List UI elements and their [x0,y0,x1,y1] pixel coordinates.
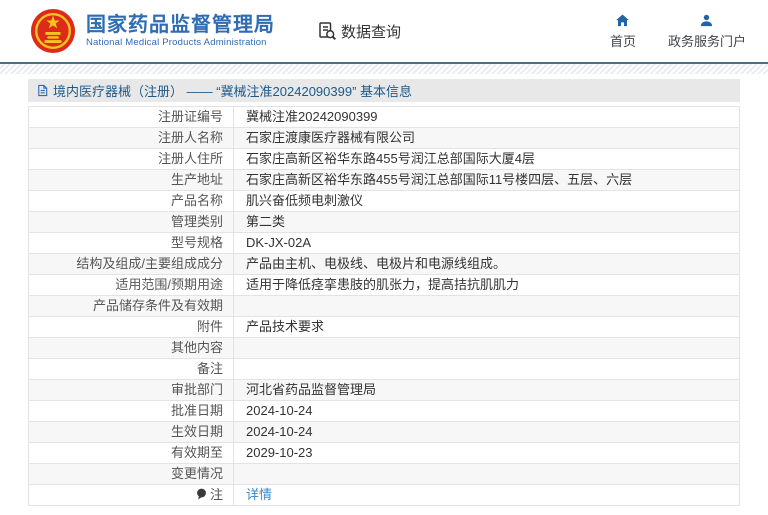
table-row: 备注 [28,358,740,380]
org-name-en: National Medical Products Administration [86,37,267,48]
table-row: 审批部门 河北省药品监督管理局 [28,379,740,401]
row-value: 石家庄高新区裕华东路455号润江总部国际大厦4层 [233,148,740,170]
nav-home-label: 首页 [609,33,636,49]
nav-portal[interactable]: 政务服务门户 [668,13,746,50]
home-icon [616,14,630,26]
row-value: 第二类 [233,211,740,233]
document-icon [38,84,48,97]
row-label: 产品名称 [28,190,234,212]
main-content: 境内医疗器械（注册） —— “冀械注准20242090399” 基本信息 注册证… [28,79,740,506]
row-value: 详情 [233,484,740,506]
row-label: 产品储存条件及有效期 [28,295,234,317]
table-row: 型号规格 DK-JX-02A [28,232,740,254]
site-header: 国家药品监督管理局 National Medical Products Admi… [0,0,768,62]
row-value: 石家庄高新区裕华东路455号润江总部国际11号楼四层、五层、六层 [233,169,740,191]
decorative-band [0,64,768,74]
nav-home[interactable]: 首页 [610,13,636,50]
row-label: 审批部门 [28,379,234,401]
header-nav: 首页 政务服务门户 [610,13,746,50]
row-label: 管理类别 [28,211,234,233]
row-label: 备注 [28,358,234,380]
row-value [233,337,740,359]
user-icon [701,14,713,26]
row-label: 附件 [28,316,234,338]
table-row: 有效期至 2029-10-23 [28,442,740,464]
info-table-body: 注册证编号 冀械注准20242090399 注册人名称 石家庄渡康医疗器械有限公… [28,106,740,506]
table-row: 管理类别 第二类 [28,211,740,233]
row-value [233,295,740,317]
row-label: 注 [28,484,234,506]
row-value: 适用于降低痉挛患肢的肌张力，提高拮抗肌肌力 [233,274,740,296]
row-value [233,463,740,485]
table-row: 结构及组成/主要组成成分 产品由主机、电极线、电极片和电源线组成。 [28,253,740,275]
table-row: 附件 产品技术要求 [28,316,740,338]
row-value [233,358,740,380]
table-row: 注 详情 [28,484,740,506]
row-label: 生产地址 [28,169,234,191]
nmpa-logo[interactable]: 国家药品监督管理局 National Medical Products Admi… [30,8,275,54]
table-row: 变更情况 [28,463,740,485]
document-search-icon [319,22,337,41]
row-label: 注册人住所 [28,148,234,170]
row-value: 产品技术要求 [233,316,740,338]
data-query-label: 数据查询 [341,23,402,41]
row-label: 有效期至 [28,442,234,464]
table-row: 批准日期 2024-10-24 [28,400,740,422]
row-value: 2024-10-24 [233,400,740,422]
row-label: 变更情况 [28,463,234,485]
row-label: 批准日期 [28,400,234,422]
row-value: 2029-10-23 [233,442,740,464]
row-label: 注册证编号 [28,106,234,128]
table-row: 产品储存条件及有效期 [28,295,740,317]
row-value: 河北省药品监督管理局 [233,379,740,401]
row-value: 肌兴奋低频电刺激仪 [233,190,740,212]
row-label: 型号规格 [28,232,234,254]
national-emblem-icon [30,8,76,54]
table-row: 注册人名称 石家庄渡康医疗器械有限公司 [28,127,740,149]
info-table: 注册证编号 冀械注准20242090399 注册人名称 石家庄渡康医疗器械有限公… [28,106,740,506]
note-icon [196,486,207,500]
data-query-tab[interactable]: 数据查询 [317,21,401,42]
nav-portal-label: 政务服务门户 [667,33,746,49]
page-title: 境内医疗器械（注册） —— “冀械注准20242090399” 基本信息 [53,84,413,99]
row-value: DK-JX-02A [233,232,740,254]
page-title-bar: 境内医疗器械（注册） —— “冀械注准20242090399” 基本信息 [28,79,740,102]
table-row: 生产地址 石家庄高新区裕华东路455号润江总部国际11号楼四层、五层、六层 [28,169,740,191]
org-names: 国家药品监督管理局 National Medical Products Admi… [86,13,275,49]
row-value: 石家庄渡康医疗器械有限公司 [233,127,740,149]
detail-link[interactable]: 详情 [246,487,272,502]
row-label: 适用范围/预期用途 [28,274,234,296]
row-label: 其他内容 [28,337,234,359]
table-row: 注册证编号 冀械注准20242090399 [28,106,740,128]
org-name-cn: 国家药品监督管理局 [86,14,275,36]
row-label: 结构及组成/主要组成成分 [28,253,234,275]
table-row: 适用范围/预期用途 适用于降低痉挛患肢的肌张力，提高拮抗肌肌力 [28,274,740,296]
table-row: 其他内容 [28,337,740,359]
row-value: 冀械注准20242090399 [233,106,740,128]
table-row: 注册人住所 石家庄高新区裕华东路455号润江总部国际大厦4层 [28,148,740,170]
row-value: 2024-10-24 [233,421,740,443]
row-label: 生效日期 [28,421,234,443]
table-row: 生效日期 2024-10-24 [28,421,740,443]
row-label: 注册人名称 [28,127,234,149]
table-row: 产品名称 肌兴奋低频电刺激仪 [28,190,740,212]
row-value: 产品由主机、电极线、电极片和电源线组成。 [233,253,740,275]
